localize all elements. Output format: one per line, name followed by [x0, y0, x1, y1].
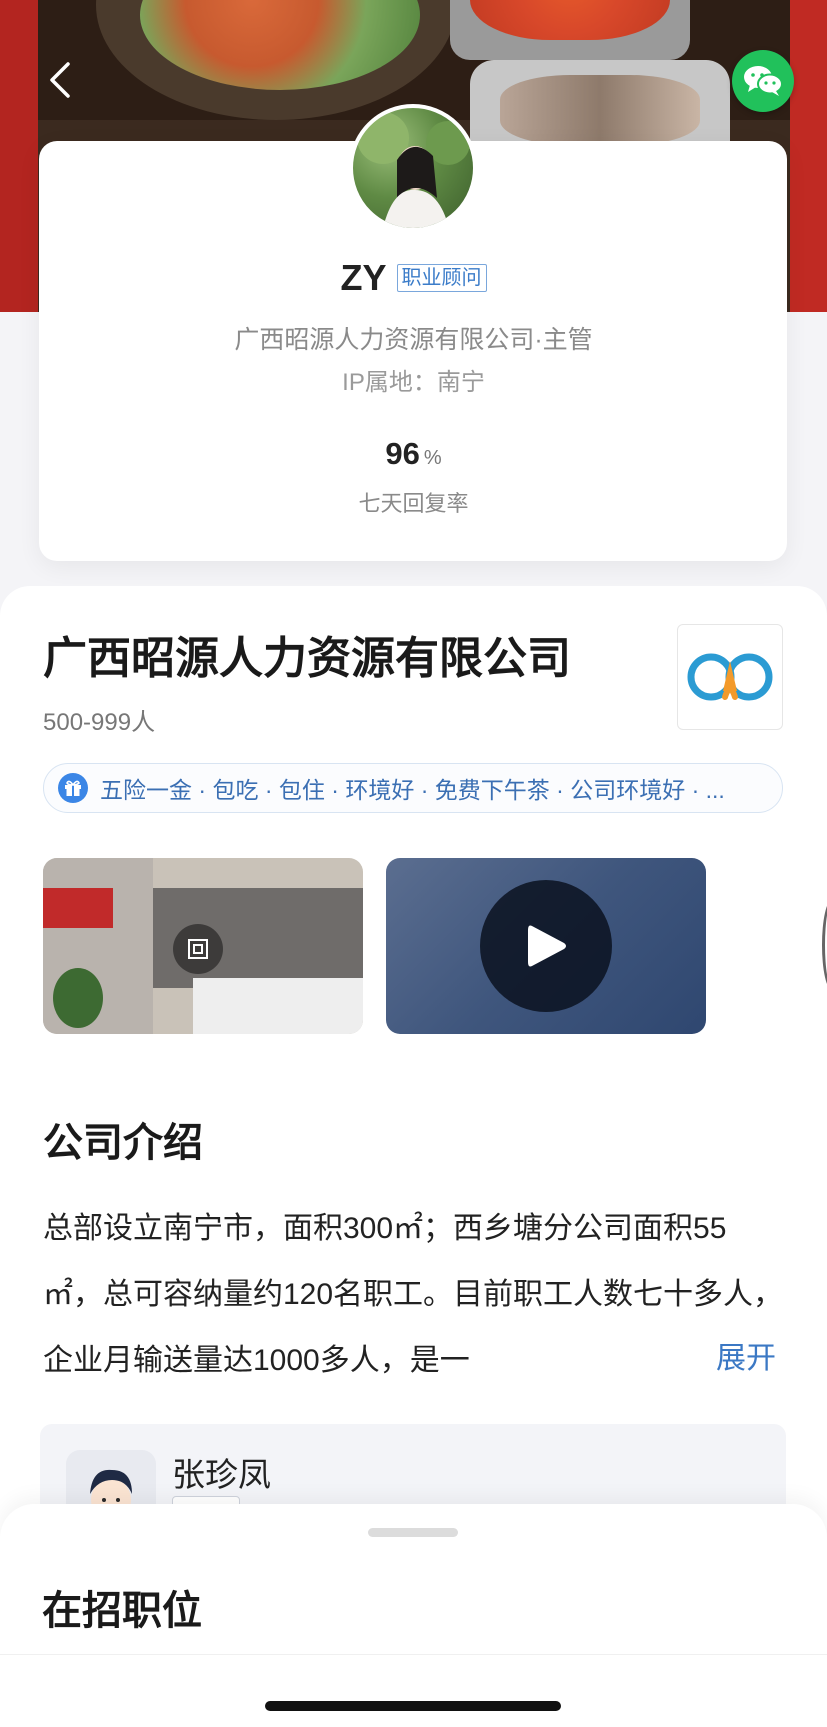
consultant-name: ZY: [340, 257, 387, 298]
avatar[interactable]: [349, 104, 477, 232]
office-photo[interactable]: [43, 858, 363, 1034]
wechat-share-button[interactable]: [732, 50, 794, 112]
chevron-left-icon: [50, 62, 70, 98]
play-button[interactable]: [480, 880, 612, 1012]
back-button[interactable]: [40, 56, 80, 104]
company-size: 500-999人: [43, 709, 156, 736]
company-video[interactable]: [386, 858, 706, 1034]
role-tag: 职业顾问: [396, 264, 487, 292]
home-indicator[interactable]: [265, 1701, 561, 1711]
drag-handle[interactable]: [368, 1528, 458, 1537]
intro-title: 公司介绍: [43, 1121, 203, 1165]
reply-rate: 96%: [0, 436, 827, 472]
reply-rate-unit: %: [423, 447, 442, 469]
play-icon: [528, 925, 566, 967]
gift-icon: [58, 773, 88, 803]
benefits-pill[interactable]: 五险一金 · 包吃 · 包住 · 环境好 · 免费下午茶 · 公司环境好 · .…: [43, 763, 783, 813]
benefits-text: 五险一金 · 包吃 · 包住 · 环境好 · 免费下午茶 · 公司环境好 · .…: [100, 777, 725, 803]
expand-link[interactable]: 展开: [660, 1326, 776, 1392]
divider: [0, 1654, 827, 1655]
ip-location: IP属地：南宁: [342, 369, 485, 396]
panorama-icon: [173, 924, 223, 974]
company-logo[interactable]: [677, 624, 783, 730]
company-position: 广西昭源人力资源有限公司·主管: [234, 326, 593, 354]
contact-name: 张珍凤: [172, 1456, 271, 1493]
reply-rate-value: 96: [385, 436, 420, 471]
company-name[interactable]: 广西昭源人力资源有限公司: [43, 622, 571, 686]
wechat-icon: [744, 66, 783, 96]
name-row: ZY 职业顾问: [0, 257, 827, 298]
jobs-title: 在招职位: [42, 1589, 202, 1633]
reply-rate-label: 七天回复率: [358, 491, 469, 516]
